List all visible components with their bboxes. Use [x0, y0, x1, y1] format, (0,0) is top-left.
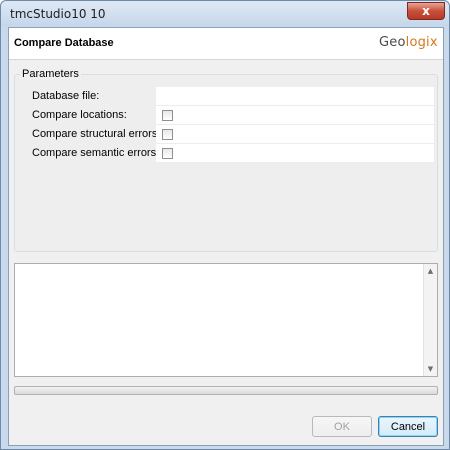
close-icon: x	[422, 4, 430, 18]
database-file-input[interactable]	[156, 87, 434, 106]
parameters-group-label: Parameters	[20, 68, 81, 80]
window-title: tmcStudio10 10	[10, 7, 106, 21]
geologix-logo: Geologix	[379, 35, 438, 50]
dialog-client-area: Compare Database Geologix Parameters Dat…	[8, 27, 444, 446]
logo-text-rest: logix	[405, 35, 438, 50]
param-row-compare-structural-errors: Compare structural errors:	[25, 125, 435, 144]
scroll-down-icon[interactable]: ▼	[424, 363, 437, 375]
compare-locations-value-cell	[156, 106, 434, 125]
cancel-button[interactable]: Cancel	[378, 416, 438, 437]
compare-semantic-errors-label: Compare semantic errors:	[32, 147, 160, 159]
close-button[interactable]: x	[407, 2, 445, 20]
database-file-value-cell	[156, 87, 434, 106]
progress-bar	[14, 386, 438, 395]
compare-semantic-errors-checkbox[interactable]	[162, 148, 173, 159]
title-bar[interactable]: tmcStudio10 10 x	[1, 1, 449, 26]
param-row-compare-semantic-errors: Compare semantic errors:	[25, 144, 435, 163]
scroll-up-icon[interactable]: ▲	[424, 265, 437, 277]
dialog-header: Compare Database Geologix	[9, 28, 443, 60]
compare-structural-errors-label: Compare structural errors:	[32, 128, 161, 140]
log-scrollbar[interactable]: ▲ ▼	[423, 264, 437, 376]
output-log[interactable]: ▲ ▼	[14, 263, 438, 377]
dialog-heading: Compare Database	[14, 37, 114, 49]
database-file-label: Database file:	[32, 90, 100, 102]
dialog-window: tmcStudio10 10 x Compare Database Geolog…	[0, 0, 450, 450]
logo-text-main: Geo	[379, 35, 406, 50]
compare-structural-errors-checkbox[interactable]	[162, 129, 173, 140]
param-row-database-file: Database file:	[25, 87, 435, 106]
ok-button[interactable]: OK	[312, 416, 372, 437]
parameters-group: Parameters Database file: Compare locati…	[14, 68, 438, 252]
compare-semantic-errors-value-cell	[156, 144, 434, 163]
compare-locations-label: Compare locations:	[32, 109, 127, 121]
compare-structural-errors-value-cell	[156, 125, 434, 144]
param-row-compare-locations: Compare locations:	[25, 106, 435, 125]
compare-locations-checkbox[interactable]	[162, 110, 173, 121]
